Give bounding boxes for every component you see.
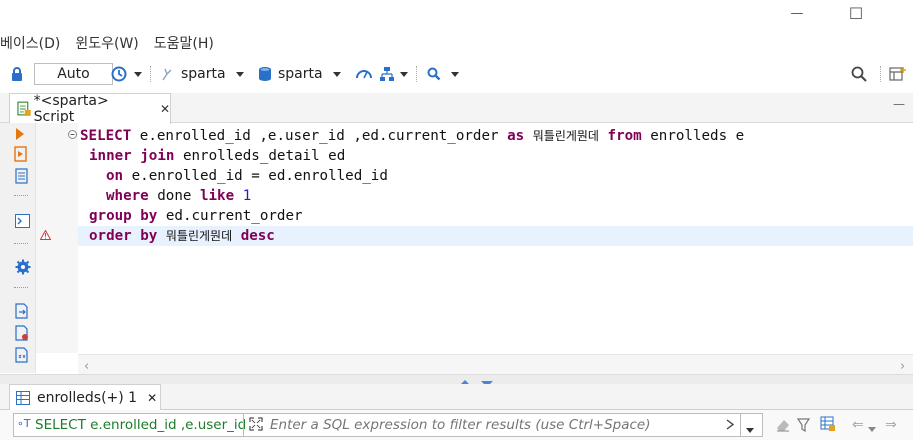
export-icon[interactable] (15, 303, 29, 323)
menu-window[interactable]: 윈도우(W) (75, 33, 138, 53)
horizontal-scrollbar[interactable]: ‹ › (78, 354, 913, 374)
table-grid-icon (16, 391, 30, 405)
commit-mode-label: Auto (57, 66, 90, 82)
filter-input[interactable] (270, 415, 720, 435)
editor-tab-bar: *<sparta> Script ✕ — (0, 93, 913, 125)
code-line-1: SELECT e.enrolled_id ,e.user_id ,ed.curr… (80, 128, 745, 144)
schema-selector[interactable]: sparta (278, 59, 323, 89)
commit-mode-button[interactable]: Auto (34, 63, 113, 85)
sql-editor[interactable]: SELECT e.enrolled_id ,e.user_id ,ed.curr… (78, 124, 913, 354)
lock-icon[interactable] (10, 59, 24, 89)
editor-side-toolbar (0, 123, 36, 373)
minimize-panel-button[interactable]: — (893, 97, 905, 111)
tab-sparta-script[interactable]: *<sparta> Script ✕ (9, 93, 171, 125)
schema-label: sparta (278, 66, 323, 82)
connection-dropdown[interactable] (236, 59, 244, 89)
explain-plan-icon[interactable] (15, 168, 29, 188)
search-icon[interactable] (851, 59, 867, 89)
connection-label: sparta (181, 66, 226, 82)
results-tab-bar: enrolleds(+) 1 ✕ (0, 384, 913, 411)
minimize-button[interactable]: — (777, 0, 817, 26)
saved-filters-icon[interactable] (820, 416, 836, 436)
new-script-icon[interactable] (15, 325, 29, 345)
execute-icon[interactable] (16, 128, 24, 144)
results-filter-bar: ∘T SELECT e.enrolled_id ,e.user_id ⇐ ⇒ (0, 410, 913, 440)
scroll-left-icon[interactable]: ‹ (84, 359, 89, 374)
fold-collapse-icon[interactable] (68, 128, 77, 143)
tree-icon[interactable] (379, 59, 395, 89)
forward-icon[interactable]: ⇒ (885, 417, 897, 433)
expand-filter-icon[interactable] (249, 417, 263, 435)
line-ruler (36, 123, 78, 353)
apply-filter-icon[interactable] (726, 419, 735, 434)
filter-history-dropdown[interactable] (746, 422, 754, 437)
settings-gear-icon[interactable] (15, 259, 31, 279)
panel-splitter[interactable] (0, 374, 913, 387)
maximize-icon: ☐ (848, 3, 864, 23)
back-dropdown[interactable] (868, 421, 876, 436)
main-toolbar: Auto sparta sparta (0, 59, 913, 89)
connection-selector[interactable]: sparta (181, 59, 226, 89)
maximize-button[interactable]: ☐ (836, 0, 876, 26)
variables-icon[interactable] (15, 347, 29, 367)
filter-settings-icon[interactable] (796, 417, 813, 437)
database-icon (258, 59, 272, 89)
clear-filter-icon[interactable] (775, 417, 791, 437)
connection-icon (160, 59, 176, 89)
tab-enrolleds-results[interactable]: enrolleds(+) 1 ✕ (9, 384, 161, 411)
find-dropdown[interactable] (451, 59, 459, 89)
find-icon[interactable] (427, 59, 441, 89)
schema-dropdown[interactable] (333, 59, 341, 89)
transaction-log-icon[interactable] (110, 59, 128, 89)
editor-tab-label: *<sparta> Script (33, 93, 109, 125)
code-line-2: inner join enrolleds_detail ed (89, 148, 346, 164)
sql-script-icon (17, 101, 31, 116)
console-icon[interactable] (15, 214, 30, 232)
menu-help[interactable]: 도움말(H) (154, 33, 214, 53)
sql-query-icon: ∘T (17, 417, 31, 430)
code-line-6: order by 뭐틀린게뭔데 desc (89, 228, 275, 244)
dashboard-icon[interactable] (355, 59, 373, 89)
open-perspective-icon[interactable] (889, 59, 907, 89)
menu-database[interactable]: 베이스(D) (0, 33, 60, 53)
code-line-4: where done like 1 (106, 188, 252, 204)
close-results-icon[interactable]: ✕ (147, 391, 157, 405)
code-line-3: on e.enrolled_id = ed.enrolled_id (106, 168, 388, 184)
code-line-5: group by ed.current_order (89, 208, 303, 224)
tree-dropdown[interactable] (400, 59, 408, 89)
error-warning-icon (39, 229, 52, 244)
scroll-right-icon[interactable]: › (900, 359, 905, 374)
transaction-dropdown[interactable] (134, 59, 142, 89)
close-icon[interactable]: ✕ (160, 102, 170, 116)
execute-script-icon[interactable] (14, 146, 28, 166)
minimize-panel-icon: — (893, 97, 905, 111)
minimize-icon: — (790, 5, 804, 21)
menu-bar: 베이스(D) 윈도우(W) 도움말(H) (0, 31, 229, 55)
back-icon[interactable]: ⇐ (852, 417, 864, 433)
query-preview[interactable]: SELECT e.enrolled_id ,e.user_id (35, 417, 246, 433)
results-tab-label: enrolleds(+) 1 (37, 390, 138, 406)
filter-box: ∘T SELECT e.enrolled_id ,e.user_id (13, 413, 763, 437)
